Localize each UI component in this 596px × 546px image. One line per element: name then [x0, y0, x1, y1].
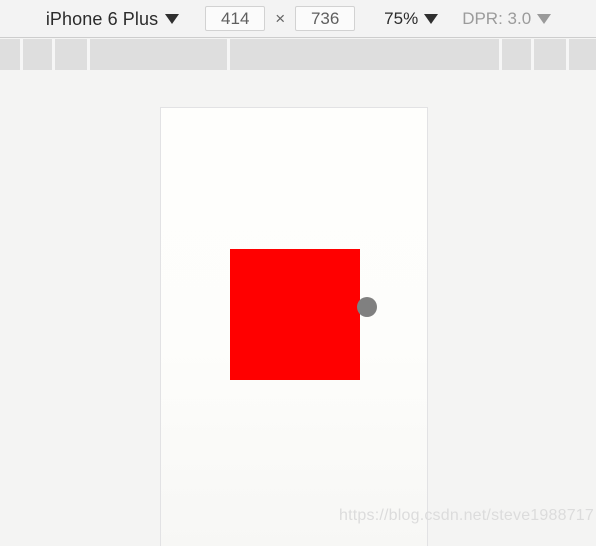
viewport-height-input[interactable]	[295, 6, 356, 31]
device-emulation-screen: iPhone 6 Plus × 75% DPR: 3.0	[0, 0, 596, 546]
viewport-width-input[interactable]	[205, 6, 266, 31]
dimension-separator: ×	[275, 8, 286, 28]
ruler-tick	[227, 39, 230, 70]
device-emulation-toolbar: iPhone 6 Plus × 75% DPR: 3.0	[0, 0, 596, 38]
toolbar-controls-group: iPhone 6 Plus × 75% DPR: 3.0	[42, 0, 554, 37]
dpr-selector-dropdown[interactable]: DPR: 3.0	[459, 7, 554, 31]
dpr-label: DPR: 3.0	[462, 8, 532, 28]
ruler-tick	[87, 39, 90, 70]
rendered-page-content	[161, 108, 427, 546]
zoom-selector-dropdown[interactable]: 75%	[381, 7, 441, 31]
ruler-tick	[52, 39, 55, 70]
device-selector-label: iPhone 6 Plus	[45, 8, 159, 29]
ruler-tick	[499, 39, 502, 70]
chevron-down-icon	[537, 13, 552, 24]
zoom-level-label: 75%	[384, 8, 419, 28]
ruler-tick	[20, 39, 23, 70]
horizontal-ruler[interactable]	[0, 39, 596, 70]
red-square[interactable]	[230, 249, 360, 380]
device-selector-dropdown[interactable]: iPhone 6 Plus	[42, 7, 183, 31]
chevron-down-icon	[424, 13, 439, 24]
ruler-tick	[531, 39, 534, 70]
ruler-tick	[566, 39, 569, 70]
emulation-canvas: https://blog.csdn.net/steve1988717	[0, 70, 596, 546]
device-viewport-frame	[160, 107, 428, 546]
resize-handle[interactable]	[357, 297, 377, 317]
chevron-down-icon	[165, 13, 180, 24]
